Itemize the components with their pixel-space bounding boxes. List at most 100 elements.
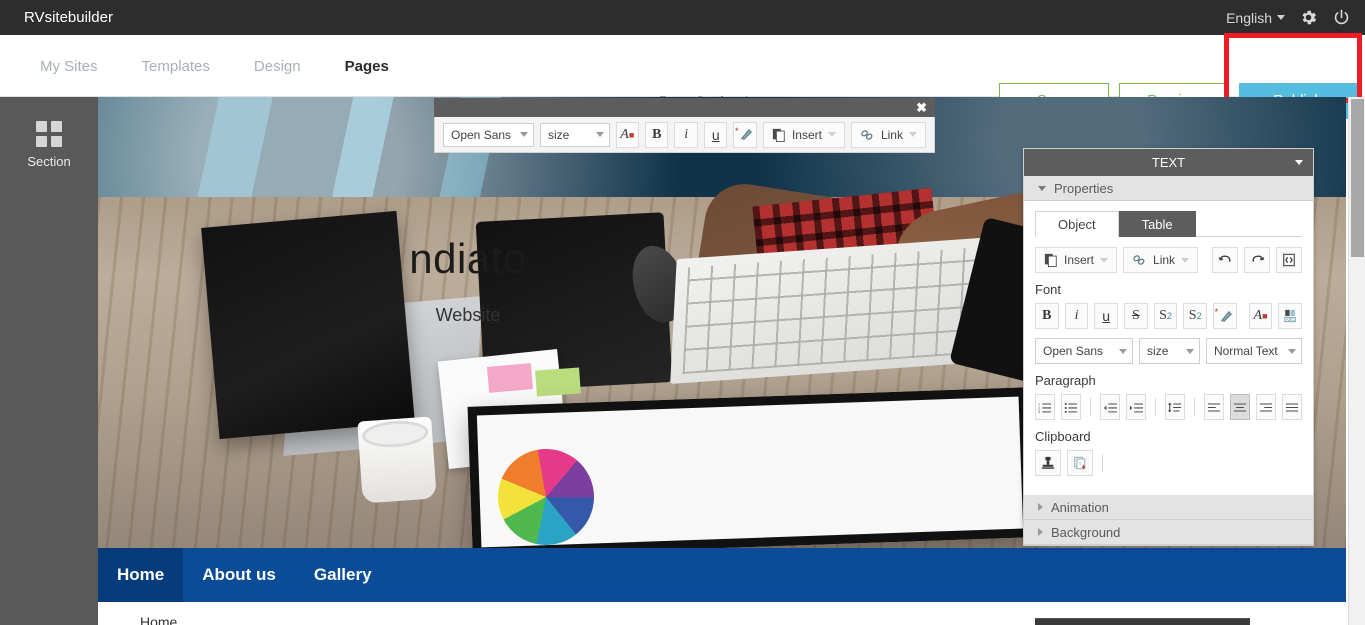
accordion-background[interactable]: Background <box>1024 520 1313 545</box>
toolbar-underline-icon[interactable]: u <box>703 121 728 148</box>
accordion-background-label: Background <box>1051 524 1121 540</box>
properties-panel: TEXT Properties Object Table Insert Link… <box>1023 148 1314 546</box>
align-right-icon[interactable] <box>1255 394 1276 420</box>
chevron-down-icon <box>1277 15 1285 20</box>
panel-link-button[interactable]: Link <box>1123 247 1199 273</box>
accordion-animation-label: Animation <box>1051 499 1109 515</box>
insert-link-history-row: Insert Link <box>1035 247 1302 273</box>
language-selector[interactable]: English <box>1226 10 1285 26</box>
chevron-down-icon <box>1181 257 1190 263</box>
nav-tab-design[interactable]: Design <box>232 58 323 75</box>
triangle-down-icon <box>1038 185 1046 191</box>
undo-icon[interactable] <box>1212 247 1238 273</box>
panel-text-style-select[interactable]: Normal Text <box>1205 338 1303 364</box>
chevron-down-icon <box>520 132 528 137</box>
coffee-cup <box>357 416 437 504</box>
sidebar-item-section[interactable]: Section <box>0 97 98 169</box>
vertical-scrollbar[interactable] <box>1348 97 1365 625</box>
rvsitebuilder-app: RVsitebuilder English My Sites Templates… <box>0 0 1365 625</box>
nav-tab-templates[interactable]: Templates <box>120 58 232 75</box>
panel-superscript-icon[interactable]: S2 <box>1153 303 1178 329</box>
properties-panel-title: TEXT <box>1151 155 1186 170</box>
panel-font-color-icon[interactable]: A ■ <box>1248 303 1273 329</box>
underline-glyph: u <box>711 126 720 143</box>
triangle-right-icon <box>1038 528 1043 536</box>
align-left-icon[interactable] <box>1203 394 1224 420</box>
grid-icon <box>36 121 62 147</box>
panel-insert-button[interactable]: Insert <box>1035 247 1118 273</box>
paragraph-section-label: Paragraph <box>1035 373 1096 388</box>
sticky-note-green <box>535 367 581 397</box>
toolbar-insert-button[interactable]: Insert <box>762 121 845 148</box>
font-section-label: Font <box>1035 282 1062 297</box>
line-height-icon[interactable] <box>1164 394 1185 420</box>
source-code-icon[interactable] <box>1276 247 1302 273</box>
object-table-tabs: Object Table <box>1035 211 1302 237</box>
panel-link-label: Link <box>1153 253 1176 267</box>
sticky-note-pink <box>486 363 534 393</box>
align-center-icon[interactable] <box>1229 394 1250 420</box>
toolbar-link-button[interactable]: Link <box>850 121 926 148</box>
close-icon[interactable]: ✖ <box>916 99 927 116</box>
tab-table[interactable]: Table <box>1118 211 1196 237</box>
chevron-down-icon <box>1185 348 1194 354</box>
toolbar-body: Open Sans size A ■ B i u * Insert Link <box>434 117 935 153</box>
panel-remove-format-icon[interactable]: * <box>1213 303 1237 329</box>
nav-tab-pages[interactable]: Pages <box>323 58 411 75</box>
clipboard-section-label: Clipboard <box>1035 429 1091 444</box>
redo-icon[interactable] <box>1244 247 1270 273</box>
paste-as-text-icon[interactable]: T <box>1067 450 1093 476</box>
panel-italic-icon[interactable]: i <box>1064 303 1089 329</box>
panel-bold-icon[interactable]: B <box>1035 303 1059 329</box>
panel-underline-icon[interactable]: u <box>1094 303 1119 329</box>
indent-icon[interactable] <box>1125 394 1147 420</box>
toolbar-bold-icon[interactable]: B <box>645 121 669 148</box>
properties-panel-body: Object Table Insert Link Font B i u S S … <box>1024 201 1313 495</box>
accordion-animation[interactable]: Animation <box>1024 495 1313 520</box>
paste-icon[interactable] <box>1035 450 1061 476</box>
chevron-down-icon <box>595 132 604 137</box>
triangle-right-icon <box>1038 503 1043 511</box>
panel-subscript-icon[interactable]: S2 <box>1183 303 1208 329</box>
toolbar-font-color-icon[interactable]: A ■ <box>615 121 639 148</box>
divider <box>1193 398 1195 416</box>
toolbar-title-bar[interactable]: ✖ <box>434 98 935 117</box>
accordion-properties-label: Properties <box>1054 180 1114 196</box>
toolbar-remove-format-icon[interactable]: * <box>733 121 757 148</box>
panel-insert-label: Insert <box>1064 253 1095 267</box>
chevron-down-icon <box>1100 257 1109 263</box>
panel-font-family-select[interactable]: Open Sans <box>1035 338 1134 364</box>
tab-object[interactable]: Object <box>1035 211 1119 237</box>
divider <box>1102 454 1103 472</box>
panel-strikethrough-icon[interactable]: S <box>1124 303 1148 329</box>
align-justify-icon[interactable] <box>1281 394 1302 420</box>
properties-panel-header[interactable]: TEXT <box>1024 149 1313 176</box>
toolbar-size-select[interactable]: size <box>540 122 610 147</box>
toolbar-italic-icon[interactable]: i <box>674 121 698 148</box>
accordion-properties[interactable]: Properties <box>1024 176 1313 201</box>
svg-text:3: 3 <box>1038 410 1040 414</box>
chevron-down-icon <box>827 132 836 137</box>
site-nav-item-home[interactable]: Home <box>98 548 184 602</box>
unordered-list-icon[interactable] <box>1061 394 1082 420</box>
top-bar-right: English <box>1226 0 1351 35</box>
chevron-down-icon <box>1119 348 1128 354</box>
panel-text-style-value: Normal Text <box>1213 344 1278 358</box>
panel-highlight-color-icon[interactable]: ABC <box>1278 303 1303 329</box>
sidebar-item-label: Section <box>27 154 71 169</box>
chevron-down-icon[interactable] <box>1295 160 1303 165</box>
power-icon[interactable] <box>1332 8 1351 27</box>
outdent-icon[interactable] <box>1099 394 1120 420</box>
site-navigation: Home About us Gallery <box>98 548 1346 602</box>
site-nav-item-about-us[interactable]: About us <box>183 548 295 602</box>
toolbar-font-select[interactable]: Open Sans <box>443 122 534 147</box>
ordered-list-icon[interactable]: 1 2 3 <box>1035 394 1056 420</box>
app-brand: RVsitebuilder <box>24 9 113 26</box>
gear-icon[interactable] <box>1299 8 1318 27</box>
site-nav-item-gallery[interactable]: Gallery <box>295 548 391 602</box>
nav-tab-my-sites[interactable]: My Sites <box>18 58 120 75</box>
panel-font-size-value: size <box>1147 344 1169 358</box>
italic-glyph: i <box>684 126 689 142</box>
panel-font-size-select[interactable]: size <box>1139 338 1200 364</box>
scrollbar-thumb[interactable] <box>1351 99 1364 257</box>
